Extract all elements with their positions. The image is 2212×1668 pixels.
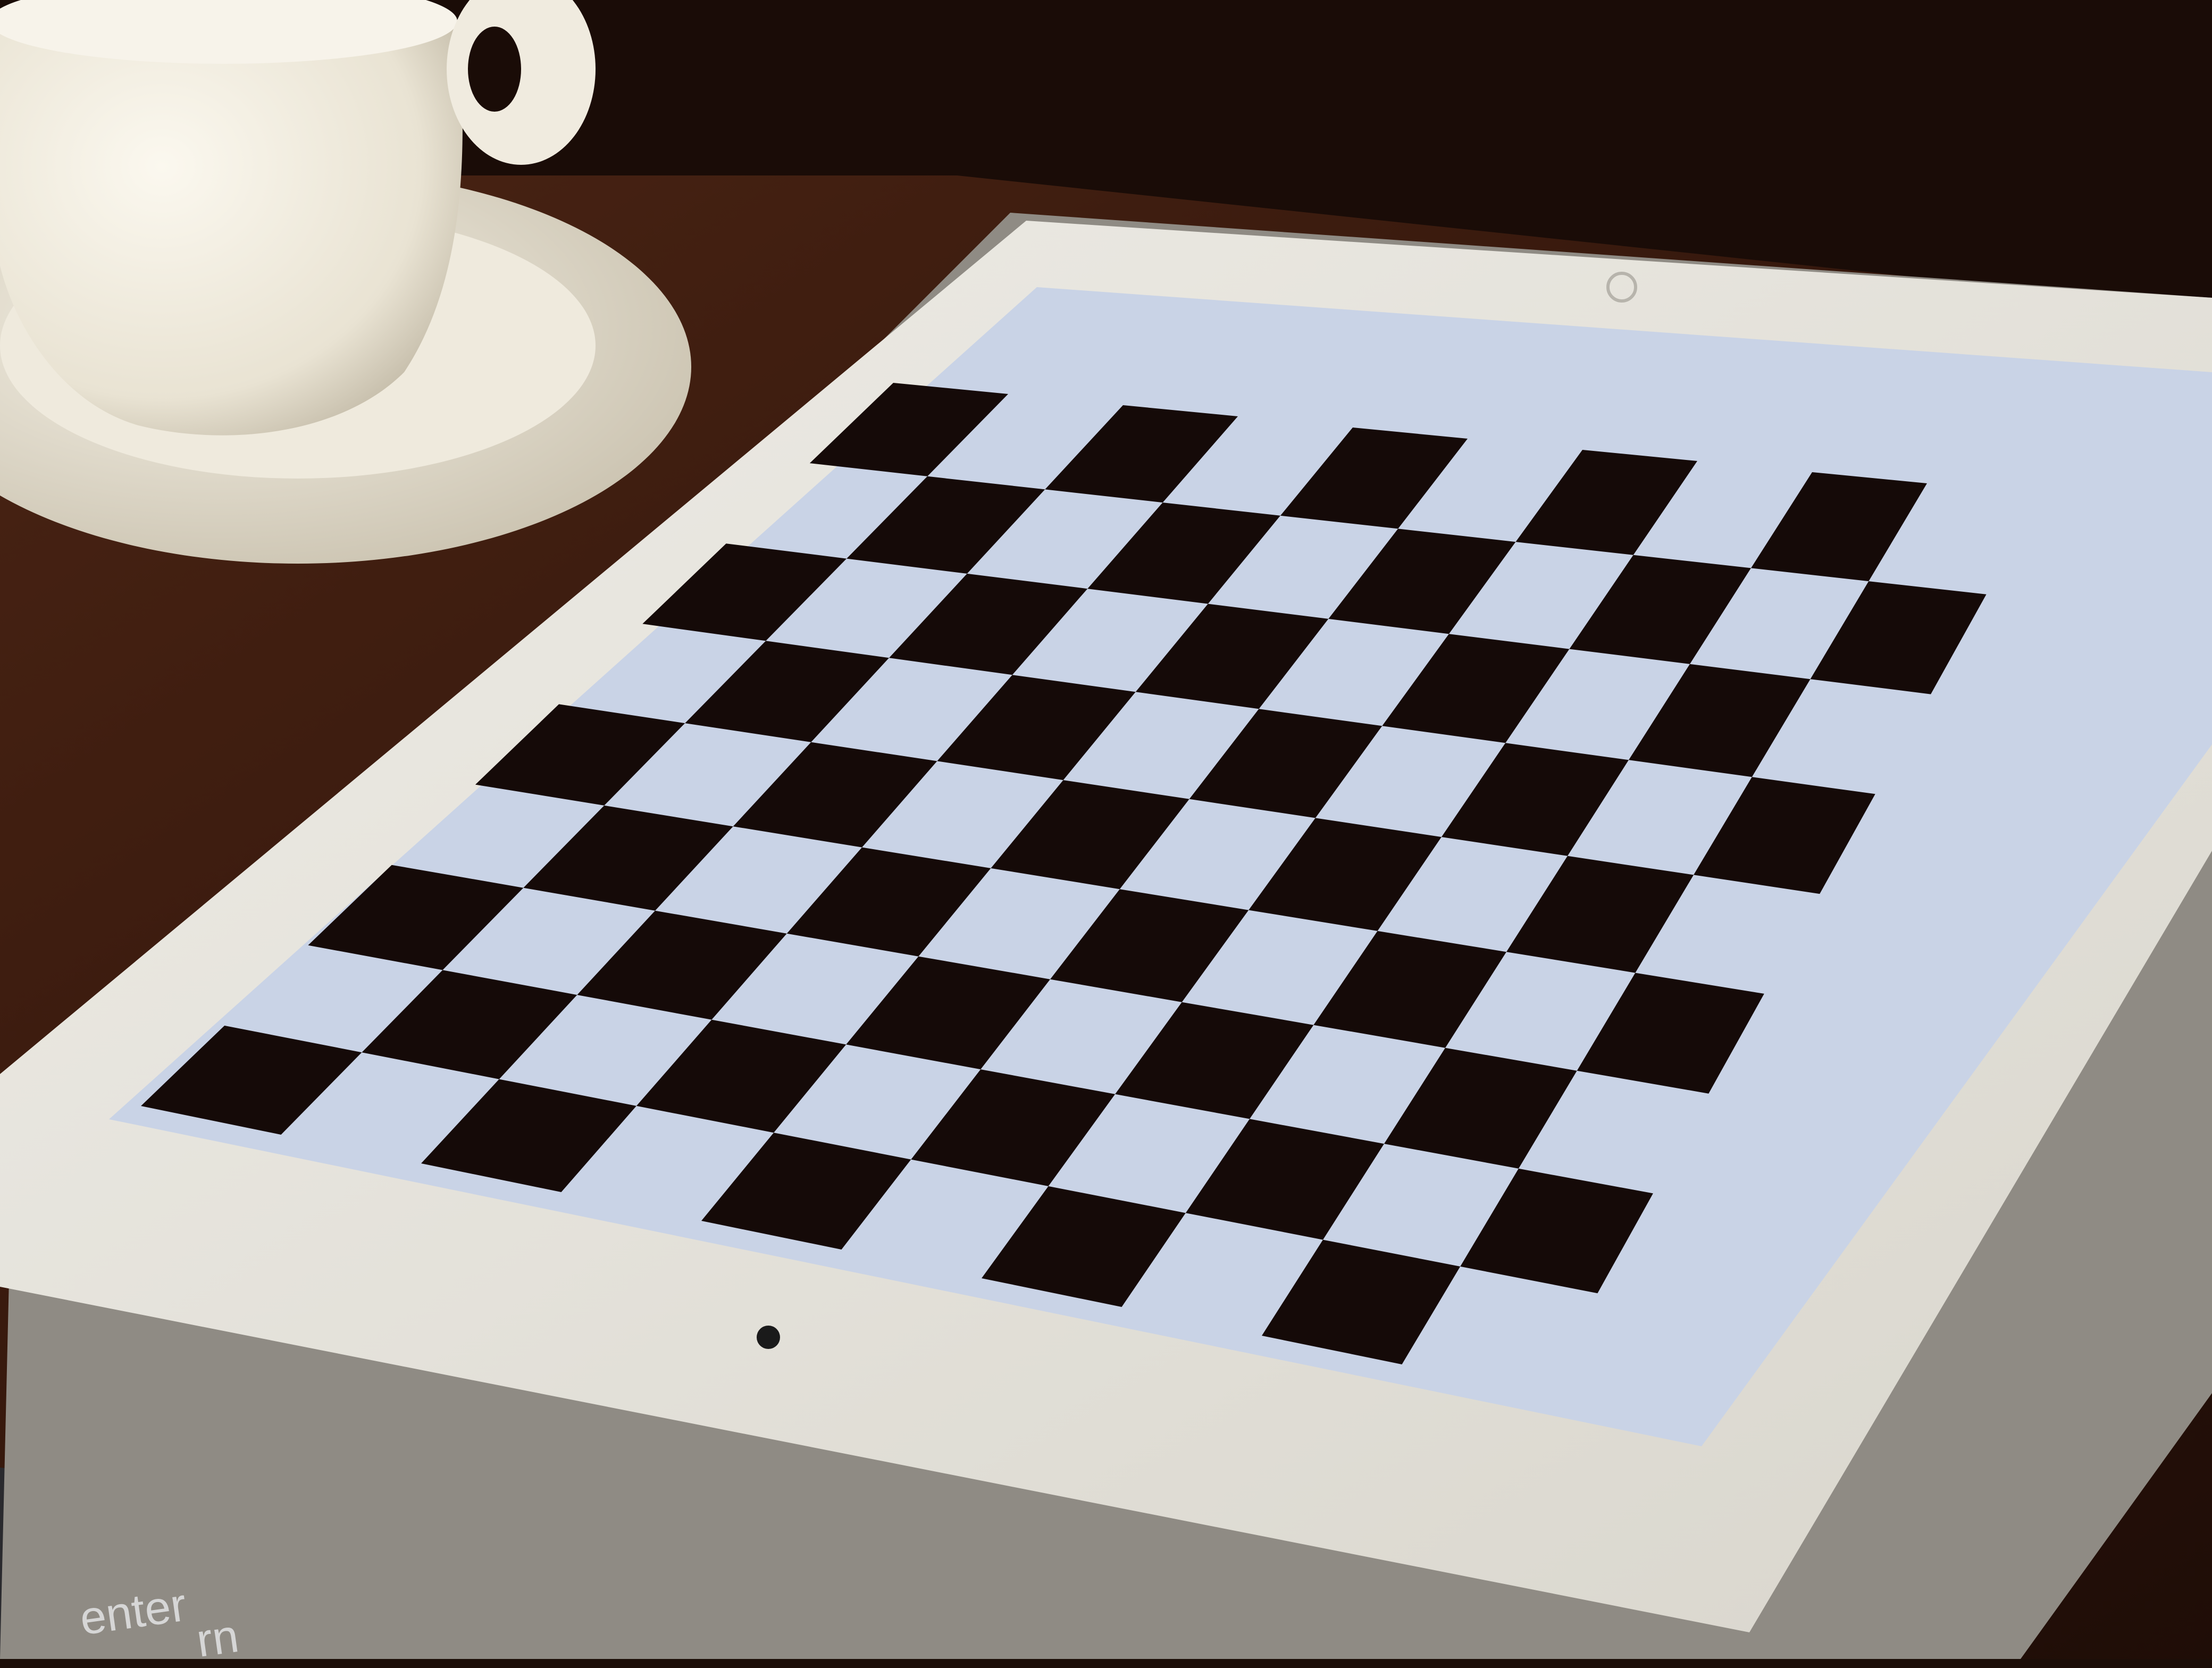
photo-scene (0, 0, 2212, 1659)
key-label-rn: rn (193, 1609, 242, 1667)
home-button-icon (757, 1326, 780, 1349)
